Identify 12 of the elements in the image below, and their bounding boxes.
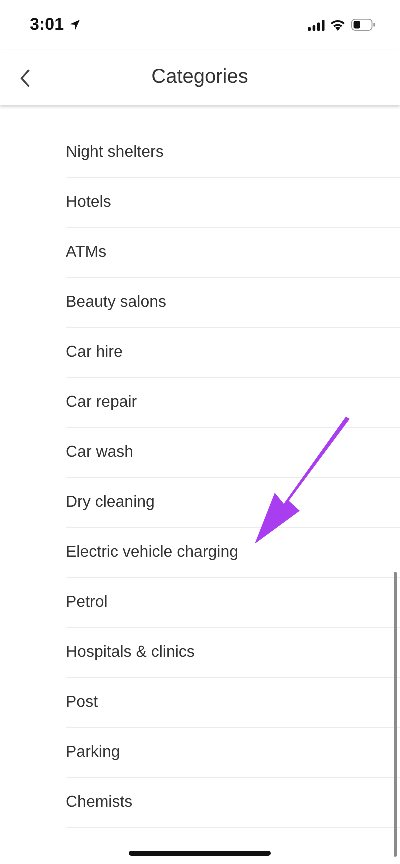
signal-icon <box>308 20 325 30</box>
battery-icon <box>351 19 376 31</box>
status-time: 3:01 <box>30 15 64 35</box>
category-item[interactable]: ATMs <box>66 228 400 278</box>
category-item[interactable]: Hotels <box>66 178 400 228</box>
page-title: Categories <box>152 66 248 89</box>
chevron-left-icon <box>20 68 30 88</box>
location-arrow-icon <box>69 19 82 31</box>
category-item[interactable]: Beauty salons <box>66 278 400 328</box>
category-item[interactable]: Night shelters <box>66 128 400 178</box>
category-item[interactable]: Car hire <box>66 328 400 378</box>
wifi-icon <box>330 19 346 31</box>
